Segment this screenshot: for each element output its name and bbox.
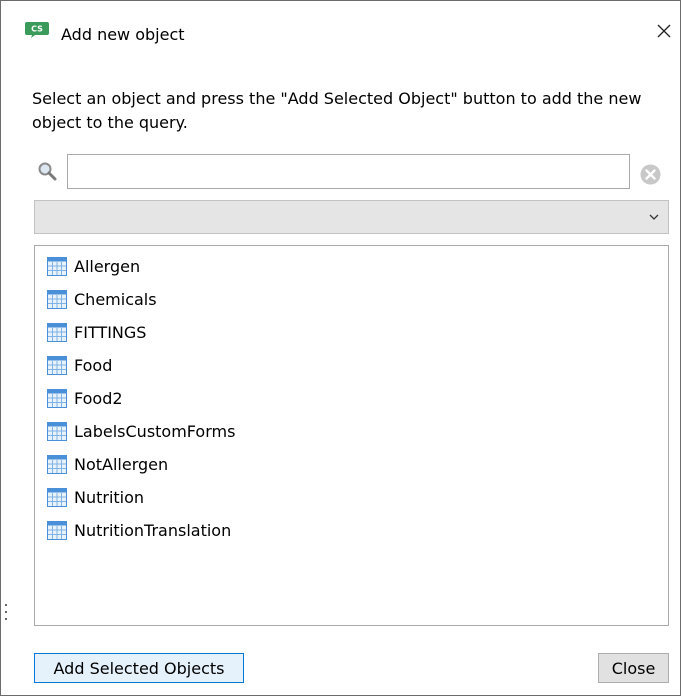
close-button[interactable]: Close xyxy=(598,653,669,683)
table-icon xyxy=(47,454,67,474)
list-item[interactable]: Food xyxy=(47,351,112,379)
app-icon-text: CS xyxy=(31,25,43,34)
clear-search-icon[interactable] xyxy=(640,164,661,185)
list-item-label: Allergen xyxy=(74,256,141,276)
list-item[interactable]: Food2 xyxy=(47,384,123,412)
close-icon[interactable] xyxy=(652,19,676,43)
table-icon xyxy=(47,289,67,309)
list-item-label: Nutrition xyxy=(74,487,145,507)
list-item[interactable]: Nutrition xyxy=(47,483,144,511)
table-icon xyxy=(47,520,67,540)
list-item[interactable]: NutritionTranslation xyxy=(47,516,231,544)
list-item[interactable]: FITTINGS xyxy=(47,318,146,346)
list-item-label: NotAllergen xyxy=(74,454,169,474)
list-item-label: FITTINGS xyxy=(74,322,147,342)
table-icon xyxy=(47,487,67,507)
search-input[interactable] xyxy=(67,154,630,189)
table-icon xyxy=(47,355,67,375)
search-icon xyxy=(38,162,57,181)
list-item-label: Food2 xyxy=(74,388,123,408)
object-list[interactable]: Allergen Chemicals FITTINGS Food Food2 L… xyxy=(34,245,669,626)
window-edge-marker xyxy=(5,604,7,606)
instructions-text: Select an object and press the "Add Sele… xyxy=(32,89,642,132)
table-icon xyxy=(47,421,67,441)
title-bar: CS Add new object xyxy=(1,1,680,45)
add-object-dialog: CS Add new object Select an object and p… xyxy=(0,0,681,696)
object-type-dropdown[interactable] xyxy=(34,200,669,234)
list-item-label: Chemicals xyxy=(74,289,157,309)
list-item[interactable]: NotAllergen xyxy=(47,450,168,478)
table-icon xyxy=(47,322,67,342)
add-selected-objects-button[interactable]: Add Selected Objects xyxy=(34,653,244,683)
list-item[interactable]: Allergen xyxy=(47,252,140,280)
window-edge-marker xyxy=(5,618,7,620)
list-item-label: Food xyxy=(74,355,113,375)
window-edge-marker xyxy=(5,611,7,613)
list-item[interactable]: LabelsCustomForms xyxy=(47,417,235,445)
dialog-title: Add new object xyxy=(61,25,185,44)
list-item-label: LabelsCustomForms xyxy=(74,421,236,441)
chevron-down-icon xyxy=(649,214,659,220)
list-item-label: NutritionTranslation xyxy=(74,520,232,540)
table-icon xyxy=(47,256,67,276)
table-icon xyxy=(47,388,67,408)
list-item[interactable]: Chemicals xyxy=(47,285,157,313)
app-icon: CS xyxy=(25,22,49,38)
